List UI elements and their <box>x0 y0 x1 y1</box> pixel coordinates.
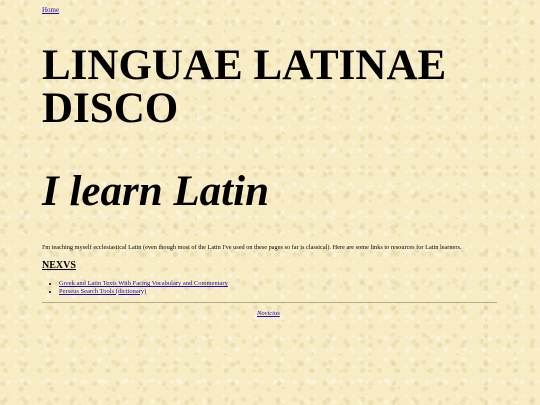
page-title: LINGUAE LATINAE DISCO <box>42 42 447 132</box>
footer-link[interactable]: Novicius <box>257 310 280 317</box>
resource-link-list: Greek and Latin Texts With Facing Vocabu… <box>42 280 228 295</box>
page-subtitle: I learn Latin <box>42 168 269 215</box>
intro-paragraph: I'm teaching myself ecclesiastical Latin… <box>42 244 462 251</box>
list-item: Greek and Latin Texts With Facing Vocabu… <box>59 280 228 288</box>
list-item: Perseus Search Tools (dictionary) <box>59 288 228 296</box>
perseus-search-link[interactable]: Perseus Search Tools (dictionary) <box>59 288 146 295</box>
divider <box>42 302 497 303</box>
home-link[interactable]: Home <box>42 6 59 14</box>
links-heading: NEXVS <box>42 260 76 271</box>
greek-latin-texts-link[interactable]: Greek and Latin Texts With Facing Vocabu… <box>59 280 228 287</box>
